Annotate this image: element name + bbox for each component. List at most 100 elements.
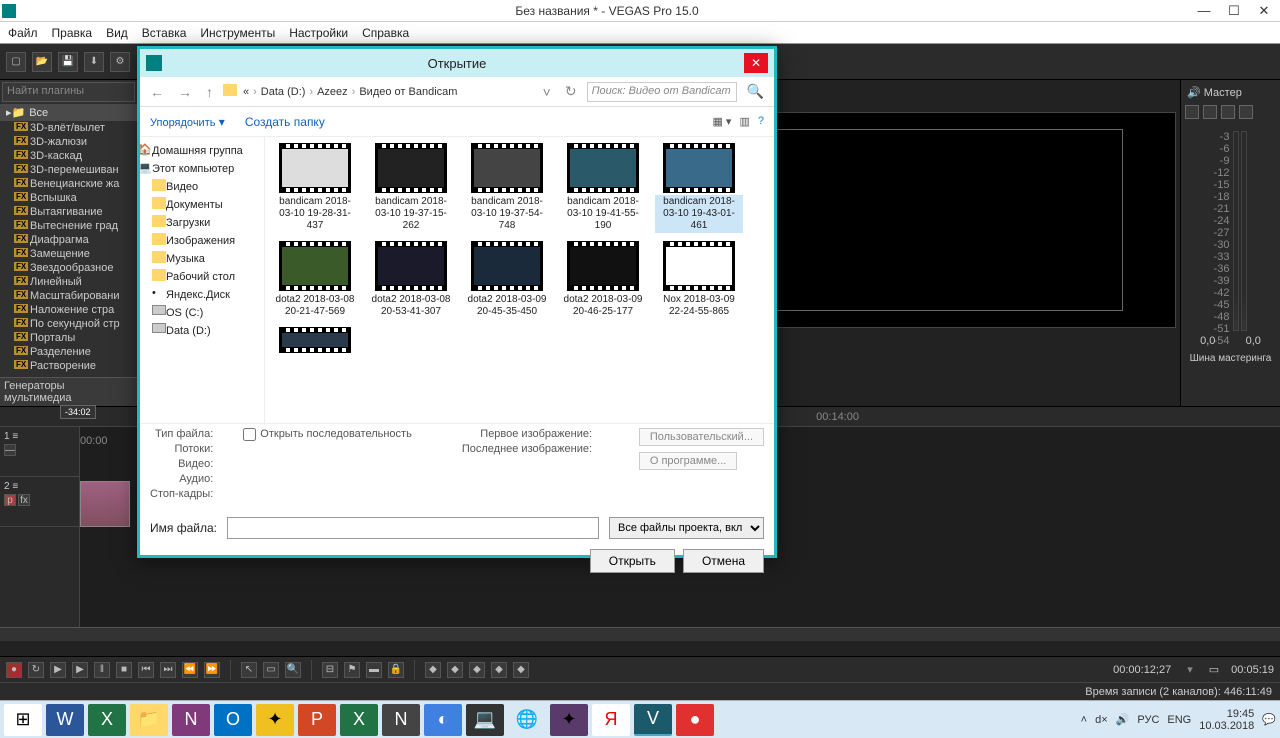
sidebar-item[interactable]: Рабочий стол — [144, 267, 260, 285]
dialog-close-button[interactable]: ✕ — [744, 53, 768, 73]
maximize-button[interactable]: ☐ — [1220, 2, 1248, 20]
breadcrumb[interactable]: «›Data (D:)›Azeez›Видео от Bandicam — [243, 86, 533, 98]
file-item[interactable]: bandicam 2018-03-10 19-28-31-437 — [271, 143, 359, 233]
up-button[interactable]: ↑ — [202, 84, 217, 100]
fx-item[interactable]: 3D-перемешиван — [0, 163, 137, 177]
open-icon[interactable]: 📂 — [32, 52, 52, 72]
region-icon[interactable]: ▬ — [366, 662, 382, 678]
preview-pane-icon[interactable]: ▥ — [739, 115, 749, 128]
new-icon[interactable]: ▢ — [6, 52, 26, 72]
sidebar-item[interactable]: 💻Этот компьютер — [144, 159, 260, 177]
t2-icon[interactable]: ◆ — [447, 662, 463, 678]
t3-icon[interactable]: ◆ — [469, 662, 485, 678]
rev-icon[interactable]: ⏪ — [182, 662, 198, 678]
menu-Инструменты[interactable]: Инструменты — [200, 26, 275, 40]
fx-item[interactable]: Наложение стра — [0, 303, 137, 317]
pause2-icon[interactable]: ‖ — [94, 662, 110, 678]
fx-item[interactable]: Венецианские жа — [0, 177, 137, 191]
fx-item[interactable]: 3D-влёт/вылет — [0, 121, 137, 135]
loop-icon[interactable]: ↻ — [28, 662, 44, 678]
select-icon[interactable]: ▭ — [263, 662, 279, 678]
fx-item[interactable]: Вспышка — [0, 191, 137, 205]
file-item[interactable]: Nox 2018-03-09 22-24-55-865 — [655, 241, 743, 319]
file-item[interactable]: dota2 2018-03-09 20-45-35-450 — [463, 241, 551, 319]
filter-select[interactable]: Все файлы проекта, включая — [609, 517, 764, 539]
menu-Файл[interactable]: Файл — [8, 26, 38, 40]
search-icon[interactable]: 🔍 — [743, 83, 768, 100]
sidebar-item[interactable]: Изображения — [144, 231, 260, 249]
menu-Настройки[interactable]: Настройки — [289, 26, 348, 40]
refresh-icon[interactable]: ↻ — [561, 83, 581, 100]
sidebar-item[interactable]: •Яндекс.Диск — [144, 285, 260, 303]
menu-Справка[interactable]: Справка — [362, 26, 409, 40]
view-icon[interactable]: ▦ ▾ — [712, 115, 731, 128]
fx-item[interactable]: Разделение — [0, 345, 137, 359]
fx-item[interactable]: Порталы — [0, 331, 137, 345]
t4-icon[interactable]: ◆ — [491, 662, 507, 678]
save-icon[interactable]: 💾 — [58, 52, 78, 72]
forward-button[interactable]: → — [174, 84, 196, 100]
fx4-icon[interactable] — [1239, 105, 1253, 119]
t1-icon[interactable]: ◆ — [425, 662, 441, 678]
sidebar-item[interactable]: Видео — [144, 177, 260, 195]
render-icon[interactable]: ⬇ — [84, 52, 104, 72]
open-button[interactable]: Открыть — [590, 549, 675, 573]
fx-item[interactable]: Звездообразное — [0, 261, 137, 275]
file-item[interactable]: dota2 2018-03-08 20-53-41-307 — [367, 241, 455, 319]
track-head-2[interactable]: 2 ≡ pfx — [0, 477, 79, 527]
sidebar-item[interactable]: OS (C:) — [144, 303, 260, 321]
fx-item[interactable]: Вытеснение град — [0, 219, 137, 233]
minimize-button[interactable]: — — [1190, 2, 1218, 20]
file-item[interactable]: bandicam 2018-03-10 19-37-54-748 — [463, 143, 551, 233]
fx3-icon[interactable] — [1221, 105, 1235, 119]
t5-icon[interactable]: ◆ — [513, 662, 529, 678]
sidebar-item[interactable]: Документы — [144, 195, 260, 213]
dialog-file-area[interactable]: bandicam 2018-03-10 19-28-31-437bandicam… — [265, 137, 774, 423]
timeline-scrollbar[interactable] — [0, 627, 1280, 641]
file-item[interactable]: bandicam 2018-03-10 19-37-15-262 — [367, 143, 455, 233]
fx-item[interactable]: Масштабировани — [0, 289, 137, 303]
fx1-icon[interactable] — [1185, 105, 1199, 119]
fx2-icon[interactable] — [1203, 105, 1217, 119]
props-icon[interactable]: ⚙ — [110, 52, 130, 72]
fx-item[interactable]: 3D-каскад — [0, 149, 137, 163]
sidebar-item[interactable]: Загрузки — [144, 213, 260, 231]
fx-item[interactable]: Диафрагма — [0, 233, 137, 247]
file-item[interactable]: dota2 2018-03-09 20-46-25-177 — [559, 241, 647, 319]
track-head-1[interactable]: 1 ≡ — — [0, 427, 79, 477]
file-item[interactable]: bandicam 2018-03-10 19-41-55-190 — [559, 143, 647, 233]
organize-button[interactable]: Упорядочить ▾ — [150, 115, 225, 129]
zoom-icon[interactable]: 🔍 — [285, 662, 301, 678]
snap-icon[interactable]: ⊟ — [322, 662, 338, 678]
menu-Вставка[interactable]: Вставка — [142, 26, 187, 40]
stop2-icon[interactable]: ■ — [116, 662, 132, 678]
prev-icon[interactable]: ⏮ — [138, 662, 154, 678]
filename-input[interactable] — [227, 517, 599, 539]
marker-icon[interactable]: ⚑ — [344, 662, 360, 678]
dialog-search-input[interactable]: Поиск: Видео от Bandicam — [587, 82, 737, 102]
cursor-icon[interactable]: ↖ — [241, 662, 257, 678]
fx-list[interactable]: 3D-влёт/вылет3D-жалюзи3D-каскад3D-переме… — [0, 121, 137, 377]
lock-icon[interactable]: 🔒 — [388, 662, 404, 678]
new-folder-button[interactable]: Создать папку — [245, 115, 325, 129]
sidebar-item[interactable]: 🏠Домашняя группа — [144, 141, 260, 159]
dialog-sidebar[interactable]: 🏠Домашняя группа💻Этот компьютерВидеоДоку… — [140, 137, 265, 423]
fx-item[interactable]: По секундной стр — [0, 317, 137, 331]
fx-item[interactable]: Линейный — [0, 275, 137, 289]
fx-item[interactable]: Вытаягивание — [0, 205, 137, 219]
fx-item[interactable]: Растворение — [0, 359, 137, 373]
play-start-icon[interactable]: ▶ — [50, 662, 66, 678]
tree-root[interactable]: ▸📁 Все — [0, 104, 137, 121]
about-button[interactable]: О программе... — [639, 452, 737, 470]
fx-item[interactable]: 3D-жалюзи — [0, 135, 137, 149]
sidebar-item[interactable]: Музыка — [144, 249, 260, 267]
generators-title[interactable]: Генераторы мультимедиа — [0, 377, 137, 406]
menu-Правка[interactable]: Правка — [52, 26, 93, 40]
file-item[interactable]: bandicam 2018-03-10 19-43-01-461 — [655, 143, 743, 233]
next-icon[interactable]: ⏭ — [160, 662, 176, 678]
file-item[interactable]: dota2 2018-03-08 20-21-47-569 — [271, 241, 359, 319]
rec-icon[interactable]: ● — [6, 662, 22, 678]
cancel-button[interactable]: Отмена — [683, 549, 764, 573]
help-icon[interactable]: ? — [758, 115, 764, 128]
sequence-checkbox[interactable] — [243, 428, 256, 441]
